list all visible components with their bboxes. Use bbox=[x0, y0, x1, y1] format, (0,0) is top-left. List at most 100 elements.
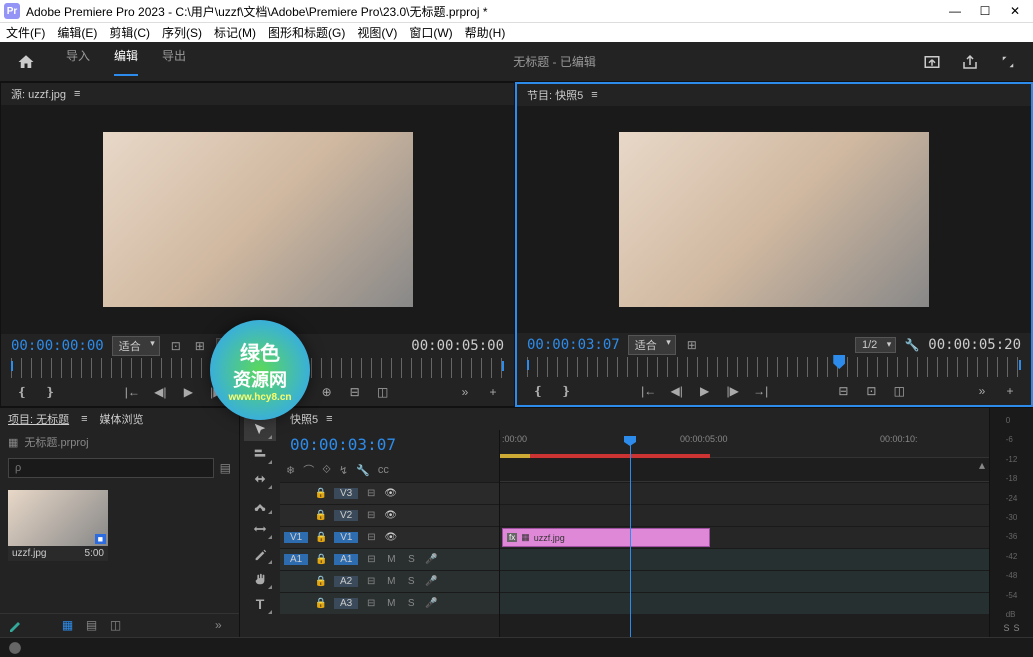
add-button[interactable]: + bbox=[999, 381, 1021, 401]
sync-lock-icon[interactable]: ⊟ bbox=[364, 598, 378, 609]
voiceover-icon[interactable]: 🎤 bbox=[424, 598, 438, 609]
insert-button[interactable]: ⊕ bbox=[316, 382, 338, 402]
quick-export-icon[interactable] bbox=[923, 53, 941, 71]
step-forward-button[interactable]: |▶ bbox=[722, 381, 744, 401]
goto-in-button[interactable]: |← bbox=[638, 381, 660, 401]
cc-cloud-icon[interactable] bbox=[8, 641, 22, 655]
track-lane-a2[interactable] bbox=[500, 570, 989, 592]
menu-graphics[interactable]: 图形和标题(G) bbox=[268, 24, 345, 41]
timeline-clip[interactable]: fx ▦ uzzf.jpg bbox=[502, 528, 710, 547]
mark-out-button[interactable]: ❵ bbox=[39, 382, 61, 402]
panel-menu-icon[interactable]: ≡ bbox=[74, 88, 80, 100]
timeline-ruler[interactable]: :00:00 00:00:05:00 00:00:10: bbox=[500, 430, 989, 458]
cc-icon[interactable]: cc bbox=[378, 464, 389, 476]
program-ruler[interactable] bbox=[527, 357, 1021, 377]
export-frame-button[interactable]: ◫ bbox=[888, 381, 910, 401]
sync-lock-icon[interactable]: ⊟ bbox=[364, 488, 378, 499]
menu-window[interactable]: 窗口(W) bbox=[409, 24, 452, 41]
menu-view[interactable]: 视图(V) bbox=[357, 24, 397, 41]
project-search-input[interactable] bbox=[8, 458, 214, 478]
source-in-timecode[interactable]: 00:00:00:00 bbox=[11, 338, 104, 354]
menu-clip[interactable]: 剪辑(C) bbox=[109, 24, 150, 41]
tab-project[interactable]: 项目: 无标题 bbox=[8, 411, 69, 427]
bin-icon[interactable]: ▦ bbox=[8, 436, 18, 449]
hand-tool[interactable] bbox=[244, 566, 276, 591]
panel-menu-icon[interactable]: ≡ bbox=[326, 413, 332, 425]
add-button[interactable]: + bbox=[482, 382, 504, 402]
program-wrench-icon[interactable]: 🔧 bbox=[904, 337, 920, 353]
program-out-timecode[interactable]: 00:00:05:20 bbox=[928, 337, 1021, 353]
track-label-a3[interactable]: A3 bbox=[334, 598, 358, 609]
source-fit-dropdown[interactable]: 适合 bbox=[112, 336, 160, 356]
source-out-timecode[interactable]: 00:00:05:00 bbox=[411, 338, 504, 354]
visibility-icon[interactable]: 👁 bbox=[384, 532, 398, 543]
panel-menu-icon[interactable]: ≡ bbox=[591, 89, 597, 101]
timeline-playhead-timecode[interactable]: 00:00:03:07 bbox=[290, 435, 396, 454]
program-grid-icon[interactable]: ⊞ bbox=[684, 337, 700, 353]
solo-button[interactable]: S bbox=[404, 576, 418, 587]
mute-button[interactable]: M bbox=[384, 554, 398, 565]
visibility-icon[interactable]: 👁 bbox=[384, 488, 398, 499]
program-fit-dropdown[interactable]: 适合 bbox=[628, 335, 676, 355]
source-a1-target[interactable]: A1 bbox=[284, 554, 308, 565]
step-back-button[interactable]: ◀| bbox=[666, 381, 688, 401]
source-grid-icon[interactable]: ⊞ bbox=[192, 338, 208, 354]
search-list-icon[interactable]: ▤ bbox=[220, 461, 231, 475]
lock-icon[interactable]: 🔒 bbox=[314, 576, 328, 587]
list-view-button[interactable]: ▦ bbox=[62, 618, 78, 634]
lock-icon[interactable]: 🔒 bbox=[314, 554, 328, 565]
source-v1-target[interactable]: V1 bbox=[284, 532, 308, 543]
track-lane-v1[interactable]: fx ▦ uzzf.jpg bbox=[500, 526, 989, 548]
lock-icon[interactable]: 🔒 bbox=[314, 510, 328, 521]
share-icon[interactable] bbox=[961, 53, 979, 71]
menu-sequence[interactable]: 序列(S) bbox=[162, 24, 202, 41]
solo-right[interactable]: S bbox=[1014, 623, 1020, 633]
panel-menu-icon[interactable]: ≡ bbox=[81, 413, 87, 425]
link-icon[interactable]: ⌒ bbox=[303, 462, 314, 478]
overwrite-button[interactable]: ⊟ bbox=[344, 382, 366, 402]
program-playhead-handle[interactable] bbox=[833, 355, 845, 369]
track-lane-a1[interactable] bbox=[500, 548, 989, 570]
menu-edit[interactable]: 编辑(E) bbox=[57, 24, 97, 41]
mute-button[interactable]: M bbox=[384, 598, 398, 609]
minimize-button[interactable]: — bbox=[949, 4, 961, 18]
sync-lock-icon[interactable]: ⊟ bbox=[364, 554, 378, 565]
goto-out-button[interactable]: →| bbox=[750, 381, 772, 401]
type-tool[interactable]: T bbox=[244, 591, 276, 616]
voiceover-icon[interactable]: 🎤 bbox=[424, 576, 438, 587]
pen-tool[interactable] bbox=[244, 541, 276, 566]
edit-pencil-icon[interactable] bbox=[8, 618, 24, 634]
solo-button[interactable]: S bbox=[404, 598, 418, 609]
solo-left[interactable]: S bbox=[1003, 623, 1009, 633]
menu-help[interactable]: 帮助(H) bbox=[465, 24, 506, 41]
clip-item[interactable]: ■ uzzf.jpg 5:00 bbox=[8, 490, 108, 561]
export-frame-button[interactable]: ◫ bbox=[372, 382, 394, 402]
slip-tool[interactable] bbox=[244, 516, 276, 541]
sync-lock-icon[interactable]: ⊟ bbox=[364, 532, 378, 543]
sync-lock-icon[interactable]: ⊟ bbox=[364, 510, 378, 521]
tab-edit[interactable]: 编辑 bbox=[114, 47, 138, 76]
fullscreen-icon[interactable] bbox=[999, 53, 1017, 71]
play-button[interactable]: ▶ bbox=[177, 382, 199, 402]
maximize-button[interactable]: ☐ bbox=[979, 4, 991, 18]
menu-file[interactable]: 文件(F) bbox=[6, 24, 45, 41]
lock-icon[interactable]: 🔒 bbox=[314, 598, 328, 609]
solo-button[interactable]: S bbox=[404, 554, 418, 565]
razor-tool[interactable] bbox=[244, 491, 276, 516]
tab-media-browser[interactable]: 媒体浏览 bbox=[100, 411, 144, 427]
timeline-playhead[interactable] bbox=[630, 444, 631, 637]
lift-button[interactable]: ⊟ bbox=[832, 381, 854, 401]
scroll-up-button[interactable]: ▴ bbox=[979, 458, 985, 472]
lock-icon[interactable]: 🔒 bbox=[314, 488, 328, 499]
track-lane-a3[interactable] bbox=[500, 592, 989, 614]
more-button[interactable]: » bbox=[971, 381, 993, 401]
mark-in-button[interactable]: ❴ bbox=[527, 381, 549, 401]
play-button[interactable]: ▶ bbox=[694, 381, 716, 401]
source-settings-icon[interactable]: ⊡ bbox=[168, 338, 184, 354]
track-label-v2[interactable]: V2 bbox=[334, 510, 358, 521]
ripple-edit-tool[interactable] bbox=[244, 466, 276, 491]
settings-icon[interactable]: ↯ bbox=[339, 464, 348, 477]
lock-icon[interactable]: 🔒 bbox=[314, 532, 328, 543]
extract-button[interactable]: ⊡ bbox=[860, 381, 882, 401]
menu-marker[interactable]: 标记(M) bbox=[214, 24, 256, 41]
